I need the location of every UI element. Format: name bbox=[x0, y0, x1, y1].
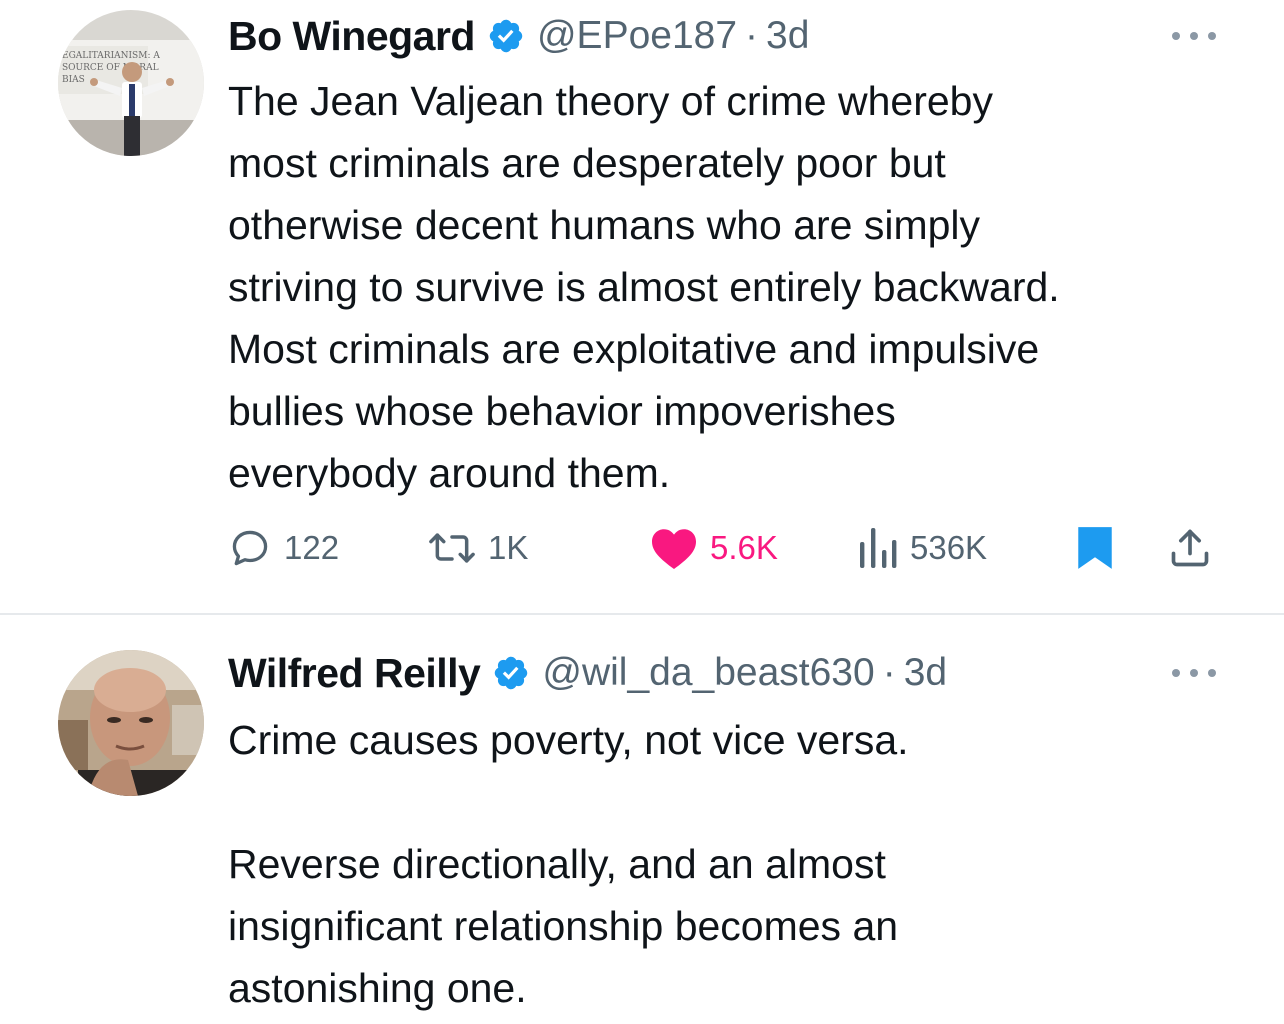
author-name[interactable]: Bo Winegard bbox=[228, 13, 475, 60]
tweet[interactable]: Wilfred Reilly @wil_da_beast630 · 3d Cri… bbox=[0, 615, 1284, 1024]
author-name[interactable]: Wilfred Reilly bbox=[228, 650, 481, 697]
views-button[interactable]: 536K bbox=[858, 516, 987, 580]
tweet[interactable]: EGALITARIANISM: A SOURCE OF MORAL BIAS B… bbox=[0, 0, 1284, 614]
like-button[interactable]: 5.6K bbox=[650, 516, 778, 580]
more-options-icon[interactable] bbox=[1172, 667, 1216, 679]
timestamp[interactable]: 3d bbox=[766, 14, 809, 58]
tweet-header: Bo Winegard @EPoe187 · 3d bbox=[228, 10, 809, 62]
avatar-photo bbox=[58, 650, 204, 796]
reply-icon bbox=[232, 530, 268, 566]
author-handle[interactable]: @wil_da_beast630 bbox=[542, 651, 874, 695]
avatar-sign-line-2: SOURCE OF MORAL bbox=[62, 63, 159, 73]
separator-dot: · bbox=[882, 651, 896, 694]
retweet-icon bbox=[429, 533, 475, 563]
avatar-photo: EGALITARIANISM: A SOURCE OF MORAL BIAS bbox=[58, 10, 204, 156]
separator-dot: · bbox=[745, 14, 759, 57]
like-count: 5.6K bbox=[710, 529, 778, 566]
verified-badge-icon bbox=[489, 19, 523, 53]
reply-count: 122 bbox=[284, 529, 340, 566]
heart-filled-icon bbox=[652, 529, 696, 569]
retweet-button[interactable]: 1K bbox=[428, 516, 528, 580]
tweet-text: Crime causes poverty, not vice versa. Re… bbox=[228, 717, 909, 1011]
tweet-text: The Jean Valjean theory of crime whereby… bbox=[228, 78, 1060, 496]
avatar-sign-line-3: BIAS bbox=[62, 75, 85, 85]
views-count: 536K bbox=[910, 529, 988, 566]
bookmark-filled-icon bbox=[1078, 527, 1112, 569]
avatar-bo-winegard[interactable]: EGALITARIANISM: A SOURCE OF MORAL BIAS bbox=[58, 10, 204, 156]
verified-badge-icon bbox=[495, 656, 528, 690]
author-handle[interactable]: @EPoe187 bbox=[537, 14, 737, 58]
tweet-actions: 122 1K 5.6K 536K bbox=[228, 516, 1218, 580]
more-options-icon[interactable] bbox=[1172, 30, 1216, 42]
reply-button[interactable]: 122 bbox=[228, 516, 339, 580]
timestamp[interactable]: 3d bbox=[904, 651, 947, 695]
avatar-sign-line-1: EGALITARIANISM: A bbox=[62, 51, 160, 61]
tweet-header: Wilfred Reilly @wil_da_beast630 · 3d bbox=[228, 647, 947, 699]
avatar-wilfred-reilly[interactable] bbox=[58, 650, 204, 796]
share-button[interactable] bbox=[1168, 516, 1212, 580]
share-upload-icon bbox=[1171, 529, 1209, 567]
views-bar-chart-icon bbox=[860, 528, 897, 568]
retweet-count: 1K bbox=[488, 529, 529, 566]
bookmark-button[interactable] bbox=[1074, 516, 1116, 580]
